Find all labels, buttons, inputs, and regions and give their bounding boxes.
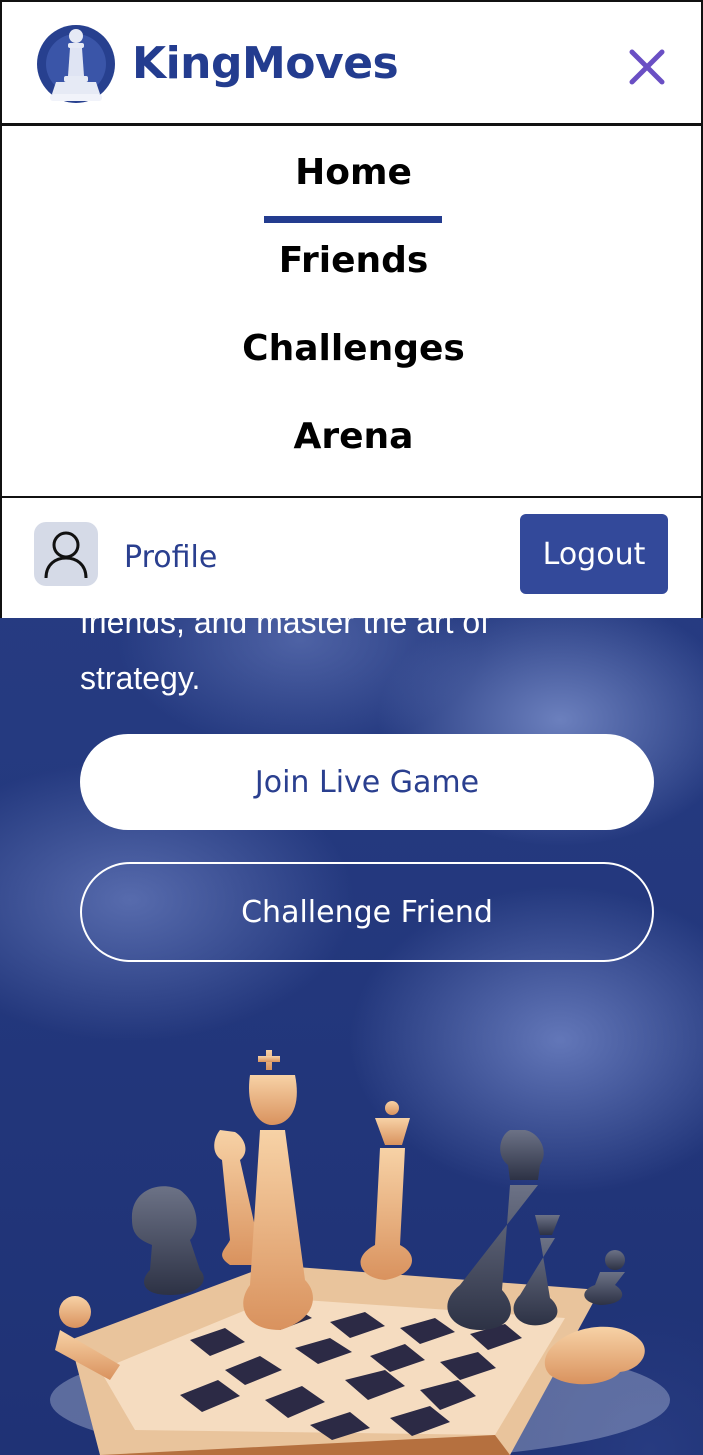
pawn-logo-icon[interactable] [36, 24, 116, 104]
profile-link[interactable]: Profile [124, 540, 217, 575]
logout-button[interactable]: Logout [520, 514, 668, 594]
hero-description-line: strategy. [80, 660, 201, 696]
chess-pieces-illustration [50, 1050, 670, 1455]
active-indicator [264, 216, 442, 223]
nav-item-friends[interactable]: Friends [2, 240, 703, 281]
avatar[interactable] [34, 522, 98, 586]
join-live-game-button[interactable]: Join Live Game [80, 734, 654, 830]
nav-item-home[interactable]: Home [2, 152, 703, 193]
user-icon [44, 531, 88, 579]
challenge-friend-button[interactable]: Challenge Friend [80, 862, 654, 962]
app-header: KingMoves [0, 0, 703, 126]
nav-menu: Home Friends Challenges Arena [0, 126, 703, 496]
close-icon[interactable] [626, 46, 668, 88]
brand-name[interactable]: KingMoves [132, 38, 399, 89]
profile-bar: Profile Logout [0, 496, 703, 618]
nav-item-arena[interactable]: Arena [2, 416, 703, 457]
nav-item-challenges[interactable]: Challenges [2, 328, 703, 369]
